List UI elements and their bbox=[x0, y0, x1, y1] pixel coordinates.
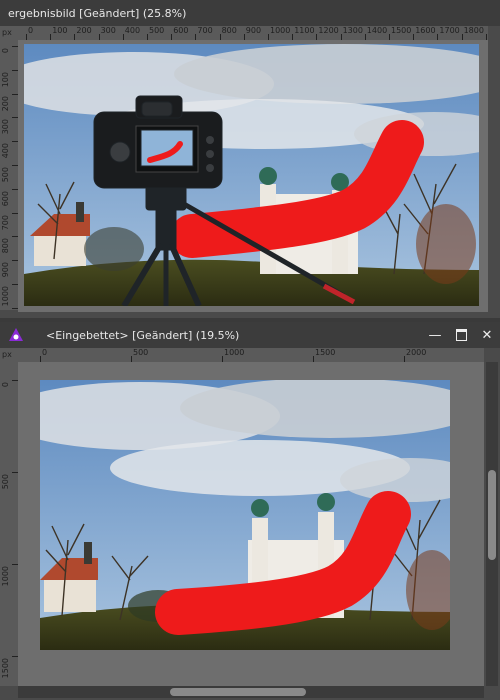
ruler-label: 600 bbox=[173, 26, 189, 35]
ruler-label: 1500 bbox=[315, 348, 336, 357]
ruler-label: 0 bbox=[1, 48, 10, 54]
ruler-label: 400 bbox=[1, 143, 10, 159]
ruler-label: 500 bbox=[149, 26, 165, 35]
horizontal-ruler[interactable]: 0 500 1000 1500 2000 bbox=[18, 348, 484, 363]
ruler-label: 0 bbox=[1, 382, 10, 388]
ruler-label: 1700 bbox=[439, 26, 460, 35]
ruler-label: 300 bbox=[100, 26, 116, 35]
ruler-label: 1000 bbox=[1, 566, 10, 587]
vertical-scroll-thumb[interactable] bbox=[488, 470, 496, 560]
ruler-label: 1000 bbox=[224, 348, 245, 357]
ruler-label: 1500 bbox=[391, 26, 412, 35]
ruler-label: 0 bbox=[42, 348, 48, 357]
ruler-label: 1100 bbox=[294, 26, 315, 35]
result-image bbox=[24, 44, 479, 306]
ruler-unit-label: px bbox=[2, 350, 12, 359]
ruler-label: 800 bbox=[1, 238, 10, 254]
ruler-label: 400 bbox=[124, 26, 141, 35]
ruler-corner: px bbox=[0, 348, 18, 362]
ruler-label: 1400 bbox=[366, 26, 388, 35]
ruler-label: 100 bbox=[52, 26, 68, 35]
maximize-icon[interactable] bbox=[454, 328, 468, 342]
ruler-label: 900 bbox=[1, 262, 10, 278]
window-title: ergebnisbild [Geändert] (25.8%) bbox=[8, 6, 187, 20]
vertical-ruler[interactable]: 0 500 1000 1500 bbox=[0, 362, 19, 686]
ruler-label: 700 bbox=[197, 26, 213, 35]
minimize-icon[interactable]: — bbox=[428, 328, 442, 343]
ruler-label: 100 bbox=[1, 71, 10, 88]
ruler-label: 1200 bbox=[318, 26, 339, 35]
ruler-label: 200 bbox=[76, 26, 92, 35]
ruler-label: 1500 bbox=[1, 658, 10, 679]
ruler-label: 200 bbox=[1, 95, 10, 111]
ruler-label: 600 bbox=[1, 190, 10, 207]
ruler-label: 1000 bbox=[1, 286, 10, 307]
ruler-label: 500 bbox=[1, 167, 10, 183]
canvas-area[interactable] bbox=[18, 362, 484, 686]
horizontal-scroll-thumb[interactable] bbox=[170, 688, 306, 696]
ruler-label: 2000 bbox=[406, 348, 427, 357]
ruler-label: 1300 bbox=[342, 26, 363, 35]
document-window-ergebnisbild: ergebnisbild [Geändert] (25.8%) px 0 100 2… bbox=[0, 0, 500, 318]
ruler-label: 0 bbox=[28, 26, 34, 35]
vertical-scrollbar[interactable] bbox=[486, 362, 498, 686]
ruler-label: 300 bbox=[1, 119, 10, 135]
embedded-image bbox=[40, 380, 450, 650]
ruler-label: 1000 bbox=[270, 26, 291, 35]
ruler-label: 500 bbox=[1, 474, 10, 490]
ruler-corner: px bbox=[0, 26, 18, 40]
ruler-label: 1600 bbox=[415, 26, 436, 35]
window-titlebar[interactable]: <Eingebettet> [Geändert] (19.5%) — ✕ bbox=[0, 322, 500, 348]
ruler-label: 500 bbox=[133, 348, 149, 357]
vertical-ruler[interactable]: 010020030040050060070080090010001100 bbox=[0, 40, 19, 310]
ruler-label: 900 bbox=[245, 26, 262, 35]
horizontal-ruler[interactable]: 0 100 200 300 400 500 600 700 800 900 1000 1100 1200… bbox=[18, 26, 488, 41]
horizontal-scrollbar[interactable] bbox=[18, 686, 484, 698]
ruler-label: 700 bbox=[1, 214, 10, 230]
ruler-unit-label: px bbox=[2, 28, 12, 37]
close-icon[interactable]: ✕ bbox=[480, 328, 494, 343]
window-titlebar[interactable]: ergebnisbild [Geändert] (25.8%) bbox=[0, 0, 500, 26]
window-title: <Eingebettet> [Geändert] (19.5%) bbox=[46, 328, 240, 342]
ruler-label: 1800 bbox=[463, 26, 484, 35]
document-window-eingebettet: <Eingebettet> [Geändert] (19.5%) — ✕ px … bbox=[0, 322, 500, 700]
ruler-label: 800 bbox=[221, 26, 237, 35]
canvas-area[interactable] bbox=[18, 40, 488, 312]
app-logo-icon bbox=[8, 327, 24, 343]
